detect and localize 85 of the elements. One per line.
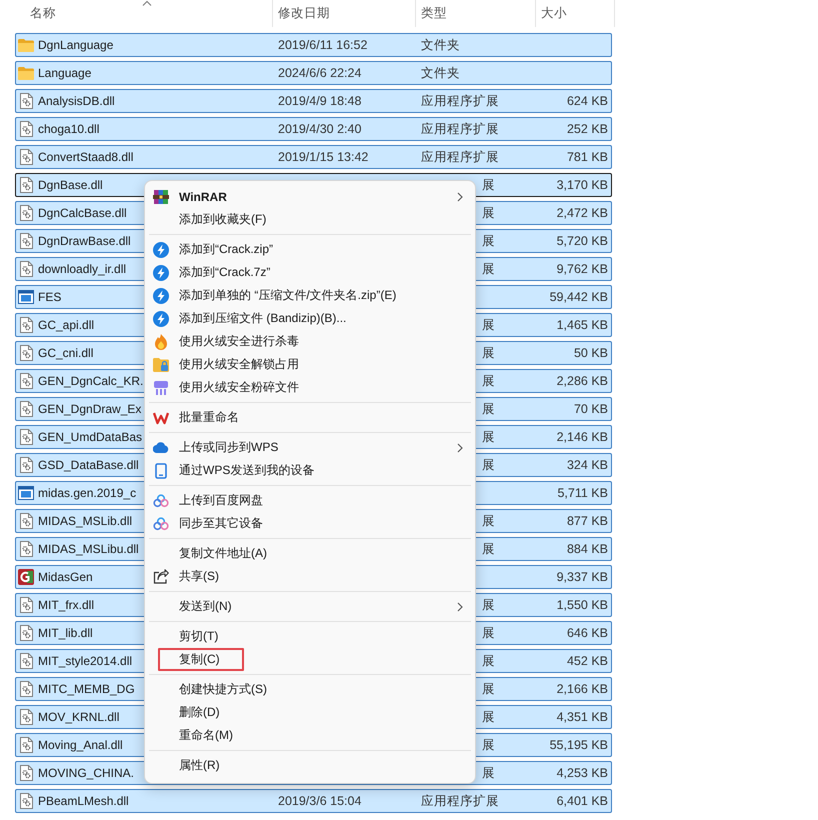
file-size: 1,465 KB: [556, 318, 609, 332]
file-name: Language: [38, 66, 92, 80]
file-name: MOVING_CHINA.: [38, 766, 134, 780]
file-type: 文件夹: [420, 36, 460, 54]
file-type: 展: [482, 540, 495, 558]
file-size: 4,253 KB: [556, 766, 609, 780]
file-type: 应用程序扩展: [420, 792, 499, 810]
file-size: 5,720 KB: [556, 234, 609, 248]
file-name: DgnCalcBase.dll: [38, 206, 127, 220]
file-name: midas.gen.2019_c: [38, 486, 136, 500]
file-name: GEN_DgnDraw_Ex: [38, 402, 142, 416]
file-name: MIDAS_MSLibu.dll: [38, 542, 139, 556]
file-name: AnalysisDB.dll: [38, 94, 115, 108]
file-size: 452 KB: [566, 654, 609, 668]
file-type: 展: [482, 372, 495, 390]
file-type: 展: [482, 400, 495, 418]
file-type: 展: [482, 232, 495, 250]
file-name: MIT_lib.dll: [38, 626, 93, 640]
file-type: 展: [482, 680, 495, 698]
file-name: MITC_MEMB_DG: [38, 682, 135, 696]
file-name: GC_cni.dll: [38, 346, 94, 360]
file-size: 2,472 KB: [556, 206, 609, 220]
file-name: GEN_DgnCalc_KR.: [38, 374, 144, 388]
file-type: 展: [482, 512, 495, 530]
file-type: 展: [482, 176, 495, 194]
file-name: MIDAS_MSLib.dll: [38, 514, 132, 528]
file-type: 展: [482, 736, 495, 754]
file-size: 9,762 KB: [556, 262, 609, 276]
modified-date: 2019/1/15 13:42: [277, 150, 368, 164]
file-size: 624 KB: [566, 94, 609, 108]
file-type: 应用程序扩展: [420, 148, 499, 166]
modified-date: 2019/6/11 16:52: [277, 38, 368, 52]
file-size: 324 KB: [566, 458, 609, 472]
file-name: MIT_style2014.dll: [38, 654, 132, 668]
file-type: 展: [482, 428, 495, 446]
file-size: 2,146 KB: [556, 430, 609, 444]
file-name: MIT_frx.dll: [38, 598, 94, 612]
file-size: 59,442 KB: [550, 290, 609, 304]
file-size: 1,550 KB: [556, 598, 609, 612]
file-size: 5,711 KB: [557, 486, 609, 500]
file-size: 4,351 KB: [556, 710, 609, 724]
file-type: 展: [482, 344, 495, 362]
file-type: 展: [482, 596, 495, 614]
file-type: 应用程序扩展: [420, 120, 499, 138]
file-name: PBeamLMesh.dll: [38, 794, 129, 808]
file-size: 70 KB: [574, 402, 609, 416]
file-size: 9,337 KB: [556, 570, 609, 584]
file-size: 884 KB: [566, 542, 609, 556]
file-name: MOV_KRNL.dll: [38, 710, 120, 724]
file-name: FES: [38, 290, 62, 304]
file-type: 展: [482, 764, 495, 782]
modified-date: 2019/4/9 18:48: [277, 94, 362, 108]
file-name: MidasGen: [38, 570, 93, 584]
file-name: choga10.dll: [38, 122, 100, 136]
file-name: DgnDrawBase.dll: [38, 234, 131, 248]
file-name: DgnBase.dll: [38, 178, 103, 192]
file-type: 展: [482, 260, 495, 278]
file-name: DgnLanguage: [38, 38, 114, 52]
file-type: 文件夹: [420, 64, 460, 82]
file-type: 展: [482, 624, 495, 642]
modified-date: 2019/4/30 2:40: [277, 122, 362, 136]
modified-date: 2024/6/6 22:24: [277, 66, 362, 80]
file-name: GSD_DataBase.dll: [38, 458, 139, 472]
file-name: ConvertStaad8.dll: [38, 150, 134, 164]
file-name: GEN_UmdDataBas: [38, 430, 142, 444]
file-name: downloadly_ir.dll: [38, 262, 126, 276]
file-size: 50 KB: [574, 346, 609, 360]
file-size: 55,195 KB: [550, 738, 609, 752]
file-type: 展: [482, 652, 495, 670]
file-size: 6,401 KB: [556, 794, 609, 808]
file-size: 646 KB: [566, 626, 609, 640]
file-name: GC_api.dll: [38, 318, 94, 332]
file-type: 展: [482, 316, 495, 334]
file-type: 应用程序扩展: [420, 92, 499, 110]
file-type: 展: [482, 708, 495, 726]
file-size: 781 KB: [566, 150, 609, 164]
file-size: 2,286 KB: [556, 374, 609, 388]
modified-date: 2019/3/6 15:04: [277, 794, 362, 808]
file-type: 展: [482, 456, 495, 474]
file-size: 3,170 KB: [556, 178, 609, 192]
file-size: 877 KB: [566, 514, 609, 528]
file-type: 展: [482, 204, 495, 222]
file-size: 252 KB: [566, 122, 609, 136]
file-name: Moving_Anal.dll: [38, 738, 123, 752]
file-size: 2,166 KB: [556, 682, 609, 696]
